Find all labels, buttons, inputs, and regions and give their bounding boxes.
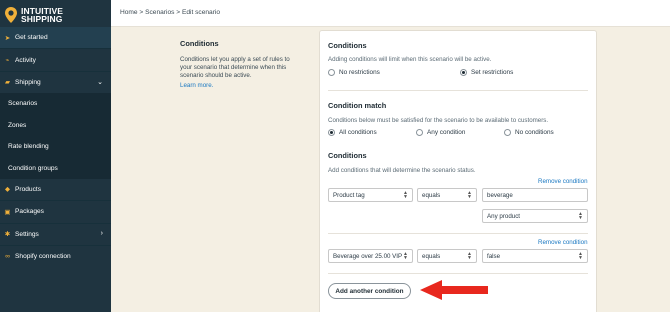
conditions-list-help-text: Add conditions that will determine the s… [328, 167, 476, 174]
condition-operator-select[interactable]: equals ▲ ▼ [417, 188, 477, 202]
divider [328, 273, 588, 274]
sidebar-item-shipping[interactable]: ▰ Shipping ⌄ [0, 72, 111, 93]
sidebar-item-packages[interactable]: ▣ Packages [0, 201, 111, 222]
condition-value-select[interactable]: false ▲ ▼ [482, 249, 588, 263]
select-arrows-icon: ▲ ▼ [403, 251, 408, 261]
conditions-heading: Conditions [328, 41, 367, 50]
radio-all-conditions[interactable]: All conditions [328, 129, 377, 136]
radio-button-selected[interactable] [460, 69, 467, 76]
condition-scope-select[interactable]: Any product ▲ ▼ [482, 209, 588, 223]
sidebar-item-shopify-connection[interactable]: ∞ Shopify connection [0, 246, 111, 267]
condition-value-input[interactable]: beverage [482, 188, 588, 202]
divider [328, 90, 588, 91]
rocket-icon: ➤ [4, 34, 11, 42]
top-bar: Home > Scenarios > Edit scenario [111, 0, 670, 27]
condition-field-select[interactable]: Beverage over 25.00 VIP ▲ ▼ [328, 249, 413, 263]
conditions-card: Conditions Adding conditions will limit … [319, 30, 597, 312]
gear-icon: ✱ [4, 231, 11, 239]
annotation-arrow-icon [420, 280, 488, 300]
sidebar-item-scenarios[interactable]: Scenarios [0, 93, 111, 115]
remove-condition-link[interactable]: Remove condition [538, 178, 588, 185]
radio-button[interactable] [328, 69, 335, 76]
package-icon: ▣ [4, 208, 11, 216]
conditions-list-heading: Conditions [328, 151, 367, 160]
radio-button[interactable] [504, 129, 511, 136]
radio-set-restrictions[interactable]: Set restrictions [460, 69, 513, 76]
radio-button-selected[interactable] [328, 129, 335, 136]
select-arrows-icon: ▲ ▼ [578, 211, 583, 221]
condition-field-select[interactable]: Product tag ▲ ▼ [328, 188, 413, 202]
brand-name: INTUITIVE SHIPPING [21, 5, 63, 24]
condition-match-heading: Condition match [328, 101, 387, 110]
conditions-help-text: Adding conditions will limit when this s… [328, 56, 492, 63]
chevron-right-icon: › [100, 229, 103, 237]
sidebar-nav: ➤ Get started ⌁ Activity ▰ Shipping ⌄ Sc… [0, 27, 111, 267]
radio-no-restrictions[interactable]: No restrictions [328, 69, 380, 76]
add-another-condition-button[interactable]: Add another condition [328, 283, 411, 299]
sidebar-item-zones[interactable]: Zones [0, 114, 111, 136]
radio-any-condition[interactable]: Any condition [416, 129, 465, 136]
learn-more-link[interactable]: Learn more. [180, 82, 213, 89]
sidebar-item-get-started[interactable]: ➤ Get started [0, 27, 111, 49]
radio-no-conditions[interactable]: No conditions [504, 129, 554, 136]
activity-icon: ⌁ [5, 57, 10, 65]
brand-logo[interactable]: INTUITIVE SHIPPING [4, 4, 104, 26]
select-arrows-icon: ▲ ▼ [578, 251, 583, 261]
chevron-down-icon: ⌄ [97, 78, 103, 86]
sidebar-item-settings[interactable]: ✱ Settings › [0, 224, 111, 245]
select-arrows-icon: ▲ ▼ [467, 190, 472, 200]
condition-match-help-text: Conditions below must be satisfied for t… [328, 117, 549, 124]
sidebar-item-condition-groups[interactable]: Condition groups [0, 157, 111, 179]
link-icon: ∞ [5, 253, 10, 261]
section-description: Conditions let you apply a set of rules … [180, 56, 290, 80]
remove-condition-link[interactable]: Remove condition [538, 239, 588, 246]
select-arrows-icon: ▲ ▼ [403, 190, 408, 200]
sidebar-item-activity[interactable]: ⌁ Activity [0, 49, 111, 70]
divider [328, 233, 588, 234]
sidebar-item-rate-blending[interactable]: Rate blending [0, 135, 111, 158]
tag-icon: ◆ [4, 186, 11, 194]
truck-icon: ▰ [4, 79, 11, 87]
map-pin-icon [5, 7, 17, 23]
sidebar-item-products[interactable]: ◆ Products [0, 179, 111, 200]
breadcrumb[interactable]: Home > Scenarios > Edit scenario [120, 9, 220, 16]
sidebar: INTUITIVE SHIPPING ➤ Get started ⌁ Activ… [0, 0, 111, 312]
radio-button[interactable] [416, 129, 423, 136]
section-title: Conditions [180, 39, 219, 48]
select-arrows-icon: ▲ ▼ [467, 251, 472, 261]
condition-operator-select[interactable]: equals ▲ ▼ [417, 249, 477, 263]
